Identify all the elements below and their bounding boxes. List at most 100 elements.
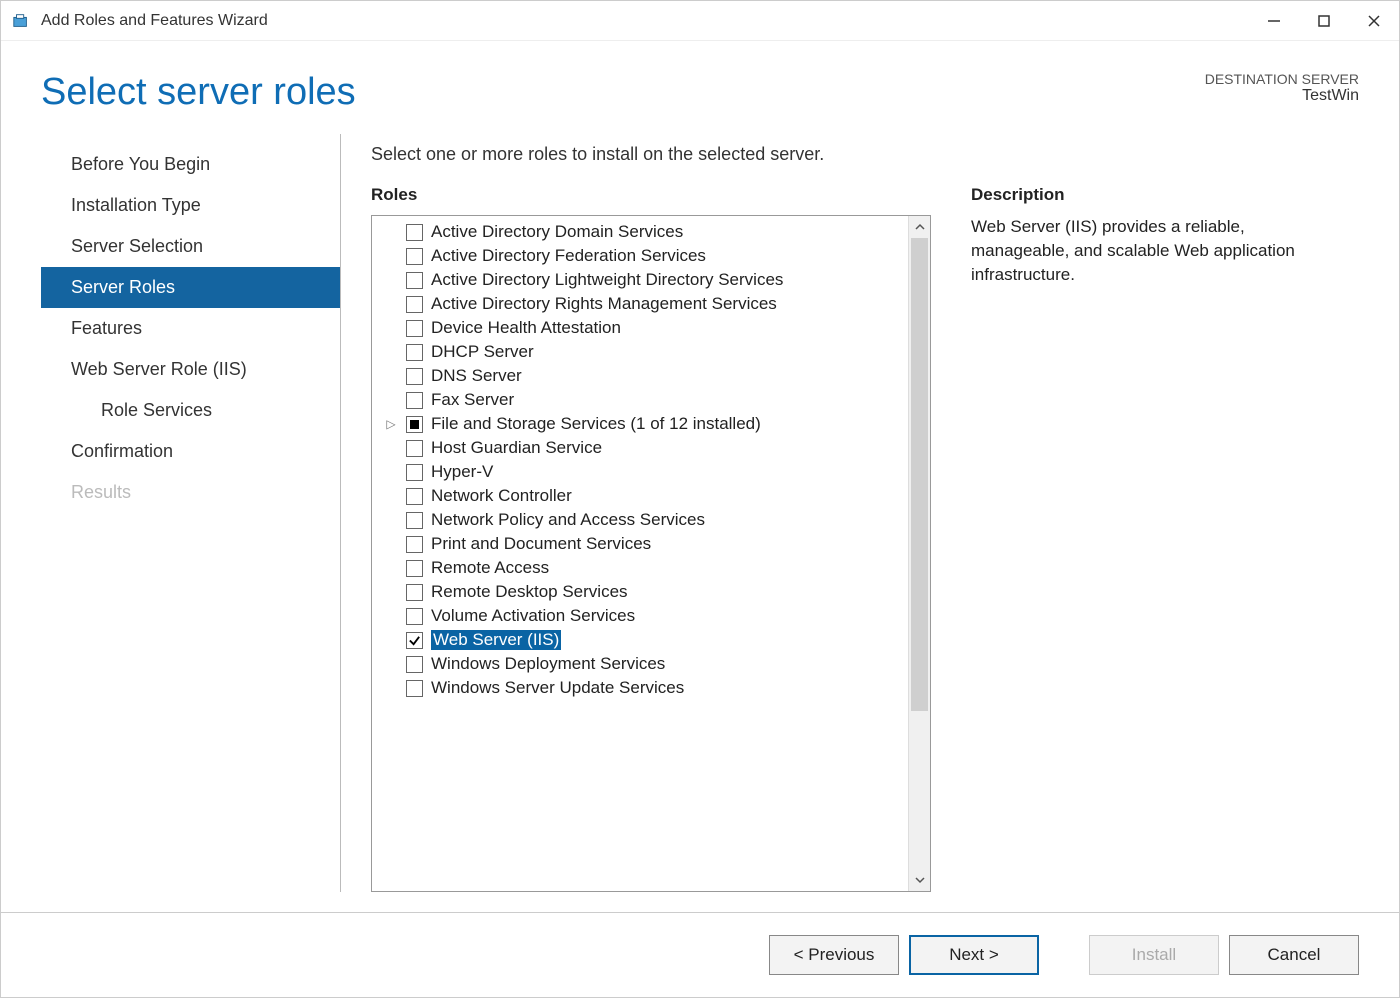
scroll-down-button[interactable] — [909, 869, 930, 891]
header: Select server roles DESTINATION SERVER T… — [1, 41, 1399, 134]
instruction-text: Select one or more roles to install on t… — [371, 144, 1359, 185]
role-checkbox[interactable] — [406, 272, 423, 289]
role-checkbox[interactable] — [406, 680, 423, 697]
role-checkbox[interactable] — [406, 416, 423, 433]
role-checkbox[interactable] — [406, 584, 423, 601]
description-label: Description — [971, 185, 1359, 215]
role-row[interactable]: Web Server (IIS) — [374, 628, 906, 652]
role-label[interactable]: Active Directory Federation Services — [431, 246, 706, 266]
role-row[interactable]: Active Directory Federation Services — [374, 244, 906, 268]
roles-label: Roles — [371, 185, 931, 215]
description-column: Description Web Server (IIS) provides a … — [931, 185, 1359, 892]
role-checkbox[interactable] — [406, 368, 423, 385]
wizard-sidebar: Before You BeginInstallation TypeServer … — [41, 134, 341, 892]
role-row[interactable]: Windows Server Update Services — [374, 676, 906, 700]
role-checkbox[interactable] — [406, 320, 423, 337]
titlebar: Add Roles and Features Wizard — [1, 1, 1399, 41]
role-checkbox[interactable] — [406, 296, 423, 313]
role-label[interactable]: Windows Deployment Services — [431, 654, 665, 674]
nav-item-installation-type[interactable]: Installation Type — [41, 185, 340, 226]
nav-item-server-roles[interactable]: Server Roles — [41, 267, 340, 308]
next-button[interactable]: Next > — [909, 935, 1039, 975]
role-row[interactable]: Hyper-V — [374, 460, 906, 484]
role-checkbox[interactable] — [406, 560, 423, 577]
role-row[interactable]: Active Directory Domain Services — [374, 220, 906, 244]
nav-item-results: Results — [41, 472, 340, 513]
role-label[interactable]: DNS Server — [431, 366, 522, 386]
role-label[interactable]: Remote Desktop Services — [431, 582, 628, 602]
role-row[interactable]: Network Policy and Access Services — [374, 508, 906, 532]
roles-column: Roles Active Directory Domain ServicesAc… — [371, 185, 931, 892]
role-label[interactable]: Volume Activation Services — [431, 606, 635, 626]
content: Before You BeginInstallation TypeServer … — [1, 134, 1399, 912]
role-label[interactable]: File and Storage Services (1 of 12 insta… — [431, 414, 761, 434]
scroll-thumb[interactable] — [911, 238, 928, 711]
role-label[interactable]: Fax Server — [431, 390, 514, 410]
role-label[interactable]: Device Health Attestation — [431, 318, 621, 338]
role-row[interactable]: Active Directory Lightweight Directory S… — [374, 268, 906, 292]
role-checkbox[interactable] — [406, 224, 423, 241]
destination-label: DESTINATION SERVER — [1205, 71, 1359, 87]
wizard-footer: < Previous Next > Install Cancel — [1, 912, 1399, 997]
role-row[interactable]: Device Health Attestation — [374, 316, 906, 340]
role-row[interactable]: Network Controller — [374, 484, 906, 508]
install-button: Install — [1089, 935, 1219, 975]
role-label[interactable]: Web Server (IIS) — [431, 630, 561, 650]
role-label[interactable]: Windows Server Update Services — [431, 678, 684, 698]
role-label[interactable]: Active Directory Domain Services — [431, 222, 683, 242]
app-icon — [11, 11, 31, 31]
role-row[interactable]: Windows Deployment Services — [374, 652, 906, 676]
destination-value: TestWin — [1205, 87, 1359, 105]
role-row[interactable]: Remote Access — [374, 556, 906, 580]
nav-item-role-services[interactable]: Role Services — [41, 390, 340, 431]
nav-item-web-server-role-iis-[interactable]: Web Server Role (IIS) — [41, 349, 340, 390]
role-checkbox[interactable] — [406, 440, 423, 457]
role-checkbox[interactable] — [406, 608, 423, 625]
role-row[interactable]: DNS Server — [374, 364, 906, 388]
role-label[interactable]: DHCP Server — [431, 342, 534, 362]
role-row[interactable]: Print and Document Services — [374, 532, 906, 556]
scrollbar[interactable] — [908, 216, 930, 891]
role-label[interactable]: Remote Access — [431, 558, 549, 578]
role-row[interactable]: Remote Desktop Services — [374, 580, 906, 604]
role-label[interactable]: Active Directory Lightweight Directory S… — [431, 270, 783, 290]
role-checkbox[interactable] — [406, 248, 423, 265]
role-label[interactable]: Network Policy and Access Services — [431, 510, 705, 530]
destination-server: DESTINATION SERVER TestWin — [1205, 71, 1359, 105]
role-checkbox[interactable] — [406, 464, 423, 481]
description-text: Web Server (IIS) provides a reliable, ma… — [971, 215, 1311, 286]
role-label[interactable]: Host Guardian Service — [431, 438, 602, 458]
nav-item-features[interactable]: Features — [41, 308, 340, 349]
role-checkbox[interactable] — [406, 656, 423, 673]
minimize-button[interactable] — [1249, 1, 1299, 41]
role-checkbox[interactable] — [406, 488, 423, 505]
roles-list[interactable]: Active Directory Domain Services Active D… — [372, 216, 908, 891]
role-row[interactable]: Host Guardian Service — [374, 436, 906, 460]
page-title: Select server roles — [41, 71, 356, 114]
role-row[interactable]: Fax Server — [374, 388, 906, 412]
close-button[interactable] — [1349, 1, 1399, 41]
nav-item-server-selection[interactable]: Server Selection — [41, 226, 340, 267]
nav-item-before-you-begin[interactable]: Before You Begin — [41, 144, 340, 185]
maximize-button[interactable] — [1299, 1, 1349, 41]
role-checkbox[interactable] — [406, 536, 423, 553]
scroll-track[interactable] — [909, 238, 930, 869]
expander-icon[interactable]: ▷ — [384, 417, 398, 431]
window-title: Add Roles and Features Wizard — [41, 12, 268, 30]
previous-button[interactable]: < Previous — [769, 935, 899, 975]
role-label[interactable]: Hyper-V — [431, 462, 493, 482]
scroll-up-button[interactable] — [909, 216, 930, 238]
role-label[interactable]: Network Controller — [431, 486, 572, 506]
role-checkbox[interactable] — [406, 344, 423, 361]
role-checkbox[interactable] — [406, 632, 423, 649]
role-label[interactable]: Print and Document Services — [431, 534, 651, 554]
role-label[interactable]: Active Directory Rights Management Servi… — [431, 294, 777, 314]
role-checkbox[interactable] — [406, 512, 423, 529]
role-row[interactable]: ▷ File and Storage Services (1 of 12 inst… — [374, 412, 906, 436]
role-row[interactable]: Volume Activation Services — [374, 604, 906, 628]
role-row[interactable]: DHCP Server — [374, 340, 906, 364]
cancel-button[interactable]: Cancel — [1229, 935, 1359, 975]
nav-item-confirmation[interactable]: Confirmation — [41, 431, 340, 472]
role-checkbox[interactable] — [406, 392, 423, 409]
role-row[interactable]: Active Directory Rights Management Servi… — [374, 292, 906, 316]
